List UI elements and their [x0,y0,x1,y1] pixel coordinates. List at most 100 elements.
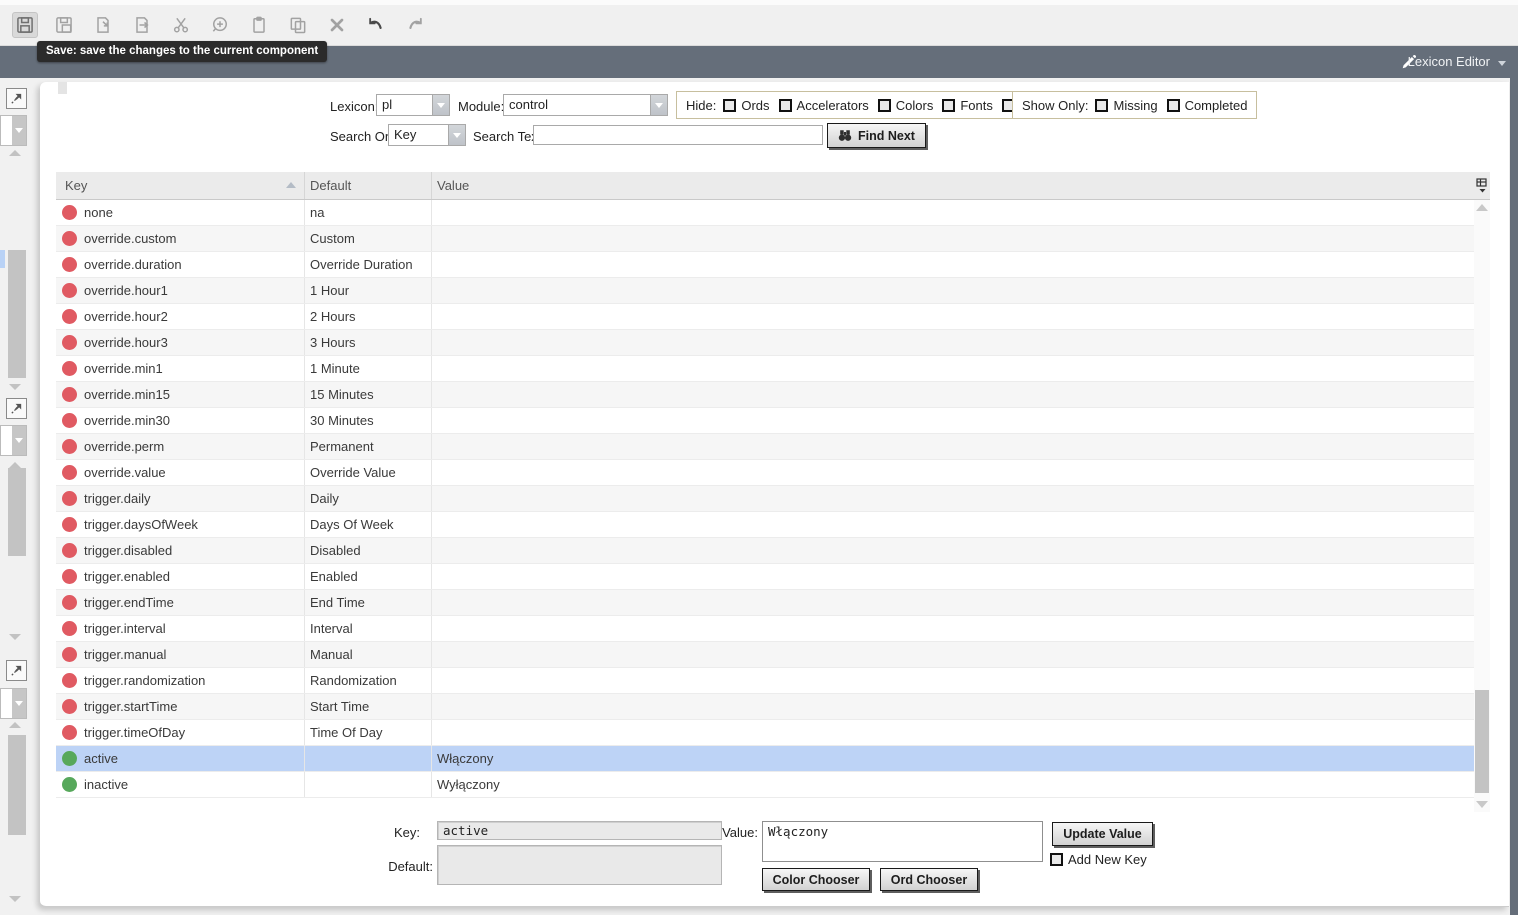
column-header-key[interactable]: Key [56,172,305,199]
popout-icon[interactable] [6,88,27,109]
show-only-label: Show Only: [1022,98,1088,113]
table-row[interactable]: override.hour22 Hours [56,304,1474,330]
delete-icon[interactable] [324,12,350,38]
default-cell: 30 Minutes [305,408,432,433]
default-field[interactable] [437,845,722,885]
table-row[interactable]: trigger.daysOfWeekDays Of Week [56,512,1474,538]
column-header-value[interactable]: Value [432,172,1474,199]
status-red-icon [62,257,77,272]
scroll-down-icon[interactable] [9,896,21,902]
popout-icon[interactable] [6,660,27,681]
chevron-down-icon[interactable] [650,95,667,115]
status-red-icon [62,335,77,350]
scroll-up-icon[interactable] [9,722,21,728]
scroll-up-icon[interactable] [9,150,21,156]
key-field[interactable] [437,821,722,840]
export-icon[interactable] [129,12,155,38]
value-field[interactable] [762,821,1043,862]
scrollbar-thumb[interactable] [8,468,26,556]
show-only-label: Completed [1185,98,1248,113]
dock-dropdown[interactable] [0,425,27,456]
copy-icon[interactable] [285,12,311,38]
hide-checkbox-colors[interactable] [878,99,891,112]
scrollbar-thumb[interactable] [8,250,26,378]
table-row[interactable]: trigger.intervalInterval [56,616,1474,642]
status-red-icon [62,309,77,324]
header-title[interactable]: Lexicon Editor [1408,54,1490,69]
table-scrollbar[interactable] [1474,200,1490,812]
table-row[interactable]: trigger.endTimeEnd Time [56,590,1474,616]
save-all-icon[interactable] [51,12,77,38]
value-cell [432,304,1474,329]
status-red-icon [62,413,77,428]
scroll-down-icon[interactable] [9,634,21,640]
scrollbar-thumb[interactable] [8,735,26,835]
table-row[interactable]: override.hour11 Hour [56,278,1474,304]
module-label: Module: [458,99,504,114]
table-row[interactable]: override.durationOverride Duration [56,252,1474,278]
show-only-checkbox-missing[interactable] [1095,99,1108,112]
status-red-icon [62,673,77,688]
scroll-down-icon[interactable] [1476,801,1488,808]
hide-checkbox-fonts[interactable] [942,99,955,112]
table-row[interactable]: trigger.enabledEnabled [56,564,1474,590]
save-icon[interactable] [12,12,38,38]
hide-option: Colors [878,98,934,113]
add-icon[interactable] [207,12,233,38]
table-row[interactable]: override.min11 Minute [56,356,1474,382]
header-dropdown-caret-icon[interactable] [1498,61,1506,66]
key-text: trigger.daily [84,491,150,506]
table-row[interactable]: override.min3030 Minutes [56,408,1474,434]
table-row[interactable]: override.permPermanent [56,434,1474,460]
show-only-checkbox-completed[interactable] [1167,99,1180,112]
table-row[interactable]: trigger.disabledDisabled [56,538,1474,564]
find-next-button[interactable]: Find Next [827,123,926,148]
table-row[interactable]: trigger.manualManual [56,642,1474,668]
table-row[interactable]: override.hour33 Hours [56,330,1474,356]
cut-icon[interactable] [168,12,194,38]
chevron-down-icon[interactable] [432,95,449,115]
update-value-button[interactable]: Update Value [1052,822,1153,846]
dock-dropdown[interactable] [0,688,27,719]
key-cell: override.min1 [56,356,305,381]
column-config-icon[interactable] [1474,172,1490,200]
table-row[interactable]: trigger.startTimeStart Time [56,694,1474,720]
table-row[interactable]: nonena [56,200,1474,226]
lexicon-label: Lexicon: [330,99,378,114]
table-row[interactable]: activeWłączony [56,746,1474,772]
table-row[interactable]: override.customCustom [56,226,1474,252]
search-on-combo-value: Key [389,125,448,145]
lexicon-editor-panel: Lexicon: pl Module: control Hide: OrdsAc… [40,82,1509,907]
color-chooser-button[interactable]: Color Chooser [762,868,870,891]
table-row[interactable]: override.min1515 Minutes [56,382,1474,408]
add-new-key-checkbox[interactable] [1050,853,1063,866]
popout-icon[interactable] [6,398,27,419]
column-header-default[interactable]: Default [305,172,432,199]
scrollbar-thumb[interactable] [1475,690,1489,793]
status-red-icon [62,595,77,610]
table-row[interactable]: inactiveWyłączony [56,772,1474,798]
scroll-up-icon[interactable] [1476,204,1488,211]
status-red-icon [62,491,77,506]
search-text-input[interactable] [533,125,823,145]
value-cell [432,590,1474,615]
undo-icon[interactable] [363,12,389,38]
table-row[interactable]: trigger.randomizationRandomization [56,668,1474,694]
table-row[interactable]: override.valueOverride Value [56,460,1474,486]
paste-icon[interactable] [246,12,272,38]
ord-chooser-button[interactable]: Ord Chooser [880,868,978,891]
table-row[interactable]: trigger.dailyDaily [56,486,1474,512]
hide-checkbox-accelerators[interactable] [779,99,792,112]
redo-icon[interactable] [402,12,428,38]
key-text: active [84,751,118,766]
hide-checkbox-ords[interactable] [723,99,736,112]
chevron-down-icon[interactable] [448,125,465,145]
table-row[interactable]: trigger.timeOfDayTime Of Day [56,720,1474,746]
import-icon[interactable] [90,12,116,38]
scroll-down-icon[interactable] [9,384,21,390]
dock-dropdown[interactable] [0,115,27,146]
module-combo[interactable]: control [503,94,668,116]
search-on-combo[interactable]: Key [388,124,466,146]
lexicon-combo[interactable]: pl [376,94,450,116]
key-cell: override.custom [56,226,305,251]
